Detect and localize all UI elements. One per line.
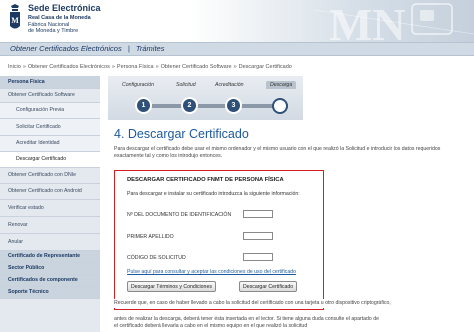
org-name: Real Casa de la Moneda Fábrica Nacional … [28,15,91,35]
sidebar-item-configuracion[interactable]: Configuración Previa [0,103,100,119]
intro-text: Para descargar el certificado debe usar … [114,146,441,159]
breadcrumb-item-persona-fisica[interactable]: Persona Física [117,64,154,70]
breadcrumb-item-inicio[interactable]: Inicio [8,64,21,70]
breadcrumb-separator: » [155,64,159,70]
sidebar-item-software[interactable]: Obtener Certificado Software [0,89,100,103]
breadcrumb-separator: » [22,64,26,70]
sidebar-item-persona-fisica[interactable]: Persona Física [0,76,100,89]
form-heading: DESCARGAR CERTIFICADO FNMT DE PERSONA FÍ… [127,177,284,183]
sidebar-item-soporte[interactable]: Soporte Técnico [0,287,100,299]
request-code-input[interactable] [243,253,273,261]
form-instructions: Para descargar e instalar su certificado… [127,191,300,197]
breadcrumb: Inicio» Obtener Certificados Electrónicos… [8,64,292,70]
request-code-label: CÓDIGO DE SOLICITUD [127,255,186,261]
royal-crest-logo[interactable]: M [8,4,22,34]
sidebar: Persona Física Obtener Certificado Softw… [0,76,100,332]
download-certificate-button[interactable]: Descargar Certificado [239,281,298,292]
sidebar-item-anular[interactable]: Anular [0,234,100,251]
svg-text:M: M [11,16,19,25]
nav-obtener-certificados[interactable]: Obtener Certificados Electrónicos [10,44,122,53]
breadcrumb-separator: » [111,64,115,70]
step-label-acreditacion: Acreditación [215,82,244,88]
download-terms-button[interactable]: Descargar Términos y Condiciones [127,281,216,292]
nav-separator: | [127,44,130,53]
step-3-circle: 3 [225,97,242,114]
header-decoration: MN [314,0,474,42]
step-label-configuracion: Configuración [122,82,155,88]
page-title: 4. Descargar Certificado [114,127,249,141]
sidebar-item-sector-publico[interactable]: Sector Público [0,263,100,275]
org-name-line-2: de Moneda y Timbre [28,28,79,34]
breadcrumb-item-current: Descargar Certificado [238,64,292,70]
id-document-label: Nº DEL DOCUMENTO DE IDENTIFICACIÓN [127,212,232,218]
breadcrumb-item-obtener[interactable]: Obtener Certificados Electrónicos [28,64,110,70]
note-line-2: antes de realizar la descarga, deberá te… [114,316,380,322]
note-line-1: Recuerde que, en caso de haber llevado a… [114,299,469,308]
step-track [138,104,288,108]
nav-tramites[interactable]: Trámites [136,44,165,53]
breadcrumb-item-software[interactable]: Obtener Certificado Software [161,64,232,70]
progress-steps: Configuración Solicitud Acreditación Des… [108,76,303,120]
sidebar-item-renovar[interactable]: Renovar [0,217,100,234]
step-2-circle: 2 [181,97,198,114]
org-name-bold: Real Casa de la Moneda [28,15,91,21]
sidebar-item-representante[interactable]: Certificado de Representante [0,251,100,263]
sidebar-item-acreditar[interactable]: Acreditar Identidad [0,136,100,152]
sidebar-item-dnie[interactable]: Obtener Certificado con DNIe [0,168,100,184]
surname-label: PRIMER APELLIDO [127,234,174,240]
download-form: DESCARGAR CERTIFICADO FNMT DE PERSONA FÍ… [114,170,324,310]
top-nav: Obtener Certificados Electrónicos | Trám… [0,42,474,56]
note-line-3: el certificado deberá llevarla a cabo en… [114,323,308,329]
id-document-input[interactable] [243,210,273,218]
site-header: M Sede Electrónica Real Casa de la Moned… [0,0,474,42]
sidebar-item-descargar[interactable]: Descargar Certificado [0,152,100,168]
step-4-circle [272,98,288,114]
sidebar-item-solicitar[interactable]: Solicitar Certificado [0,119,100,136]
step-label-solicitud: Solicitud [176,82,196,88]
sidebar-item-verificar[interactable]: Verificar estado [0,200,100,217]
note-lines: antes de realizar la descarga, deberá te… [114,316,469,330]
sidebar-item-android[interactable]: Obtener Certificado con Android [0,184,100,200]
step-label-descarga: Descarga [266,81,297,89]
svg-text:MN: MN [329,0,406,42]
step-1-circle: 1 [135,97,152,114]
breadcrumb-separator: » [233,64,237,70]
surname-input[interactable] [243,232,273,240]
sidebar-item-componente[interactable]: Certificados de componente [0,275,100,287]
site-title: Sede Electrónica [28,3,101,13]
terms-link[interactable]: Pulse aquí para consultar y aceptar las … [127,269,296,275]
org-name-line-1: Fábrica Nacional [28,21,70,28]
